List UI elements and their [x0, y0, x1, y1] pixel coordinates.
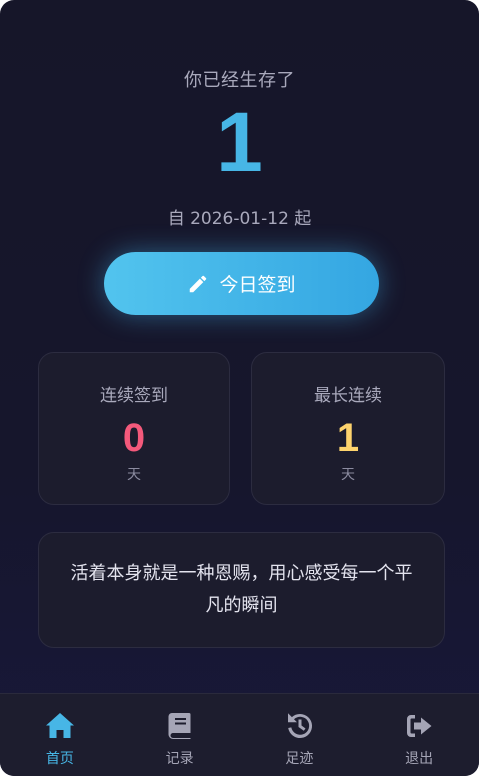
longest-streak-unit: 天 — [341, 467, 355, 483]
bottom-nav: 首页 记录 足迹 退出 — [0, 693, 479, 776]
nav-item-logout[interactable]: 退出 — [359, 694, 479, 776]
nav-label-records: 记录 — [165, 751, 194, 767]
nav-item-home[interactable]: 首页 — [0, 694, 120, 776]
app-screen: 你已经生存了 1 自 2026-01-12 起 今日签到 连续签到 0 天 最长… — [0, 0, 479, 776]
logout-icon — [407, 715, 432, 737]
longest-streak-card: 最长连续 1 天 — [251, 352, 445, 505]
quote-text: 活着本身就是一种恩赐，用心感受每一个平凡的瞬间 — [70, 563, 413, 616]
streak-title: 连续签到 — [100, 386, 168, 406]
streak-value: 0 — [122, 416, 146, 460]
checkin-button[interactable]: 今日签到 — [104, 252, 379, 315]
home-icon — [45, 713, 74, 738]
nav-item-footprints[interactable]: 足迹 — [240, 694, 360, 776]
nav-label-home: 首页 — [45, 751, 74, 767]
history-icon — [288, 713, 313, 738]
day-count: 1 — [216, 95, 263, 189]
streak-unit: 天 — [127, 467, 141, 483]
nav-label-footprints: 足迹 — [285, 751, 314, 767]
since-date: 自 2026-01-12 起 — [167, 209, 312, 229]
streak-card: 连续签到 0 天 — [38, 352, 230, 505]
survival-summary: 你已经生存了 1 自 2026-01-12 起 — [0, 66, 479, 229]
checkin-label: 今日签到 — [219, 274, 296, 296]
nav-label-logout: 退出 — [405, 751, 434, 767]
nav-item-records[interactable]: 记录 — [120, 694, 240, 776]
pencil-icon — [187, 273, 209, 295]
survived-label: 你已经生存了 — [184, 70, 295, 91]
quote-card: 活着本身就是一种恩赐，用心感受每一个平凡的瞬间 — [38, 532, 445, 648]
book-icon — [168, 713, 191, 739]
longest-streak-value: 1 — [336, 416, 360, 460]
longest-streak-title: 最长连续 — [314, 386, 382, 406]
